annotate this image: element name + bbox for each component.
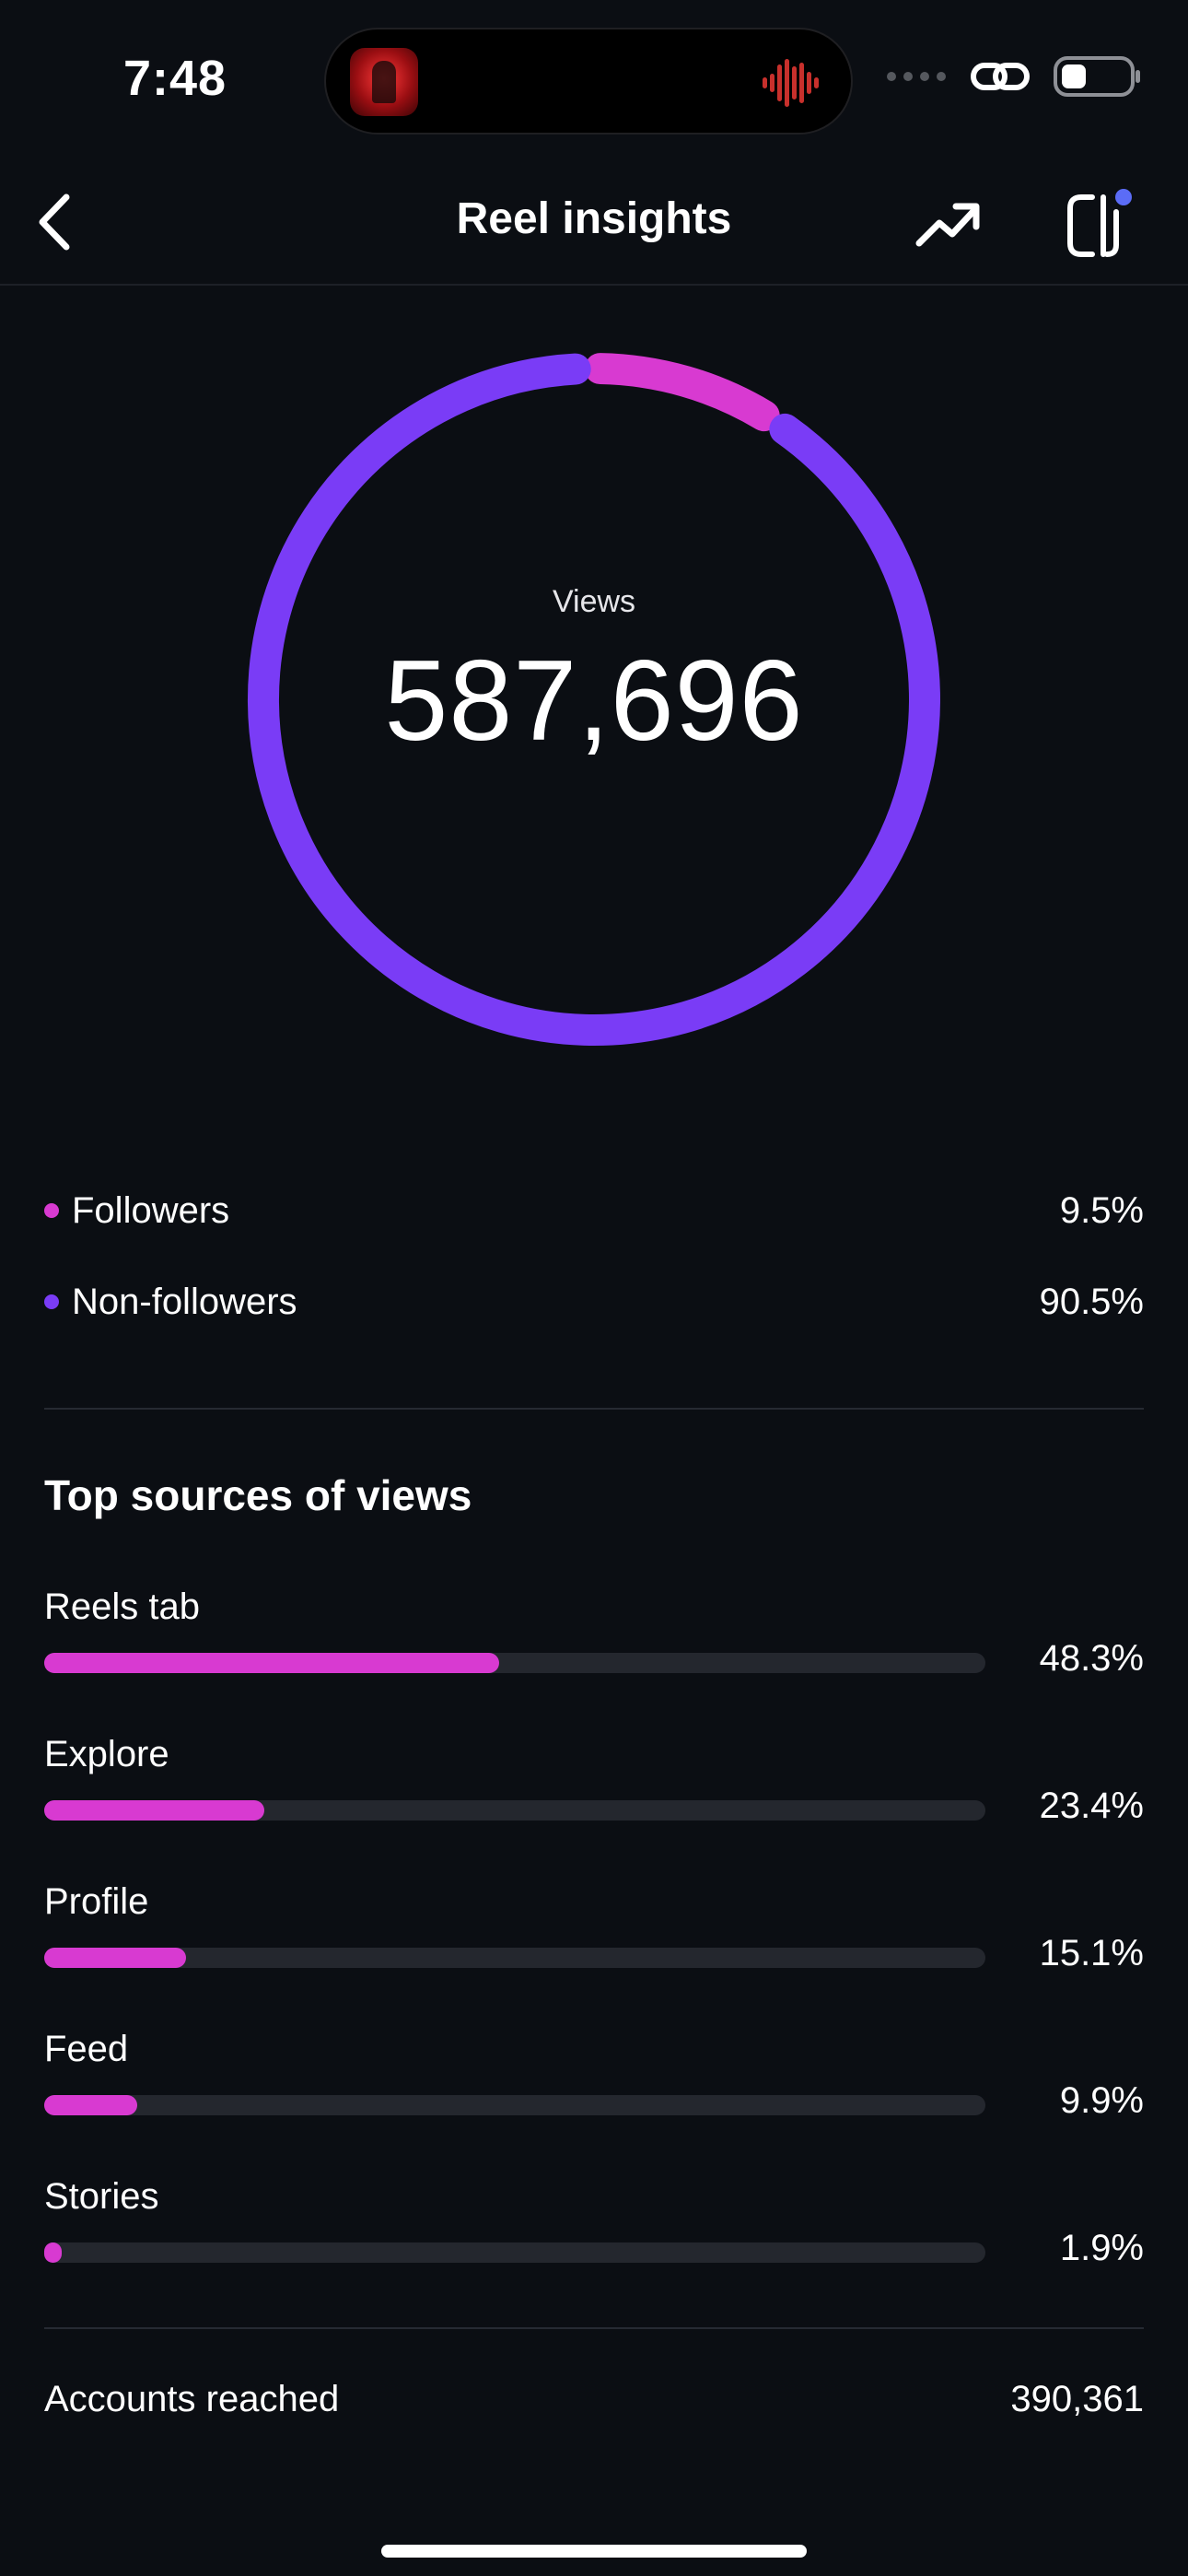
source-bar-track [44, 2095, 985, 2115]
side-panel-icon [1067, 189, 1132, 257]
views-value: 587,696 [384, 638, 804, 765]
source-bar-track [44, 2242, 985, 2263]
source-bar-track [44, 1948, 985, 1968]
source-label: Stories [44, 2176, 159, 2217]
source-percent: 48.3% [1039, 1638, 1144, 1679]
section-divider [44, 1408, 1144, 1410]
notification-dot [1115, 189, 1132, 205]
accounts-reached-value: 390,361 [1010, 2379, 1144, 2419]
views-label: Views [552, 584, 636, 619]
page-title: Reel insights [456, 194, 732, 243]
source-percent: 9.9% [1059, 2080, 1144, 2121]
section-title-top-sources: Top sources of views [44, 1471, 472, 1519]
source-row-explore: Explore 23.4% [44, 1734, 1144, 1844]
source-bar-track [44, 1653, 985, 1673]
legend-label-non-followers: Non-followers [72, 1281, 297, 1322]
source-bar-fill [44, 1948, 187, 1968]
legend-row-non-followers: Non-followers 90.5% [44, 1274, 1144, 1329]
album-art-icon [350, 48, 418, 116]
source-percent: 1.9% [1059, 2228, 1144, 2268]
reel-insights-screen: 7:48 Reel insights Views 587,696 Followe… [0, 0, 1188, 2576]
source-label: Reels tab [44, 1587, 200, 1627]
link-icon [971, 63, 1030, 90]
source-row-profile: Profile 15.1% [44, 1881, 1144, 1992]
home-indicator[interactable] [381, 2545, 807, 2558]
source-bar-fill [44, 1800, 265, 1821]
accounts-reached-label: Accounts reached [44, 2379, 340, 2419]
battery-icon [1054, 56, 1140, 97]
non-followers-dot [44, 1294, 59, 1309]
legend-label-followers: Followers [72, 1189, 230, 1231]
side-panel-button[interactable] [1065, 184, 1136, 260]
source-row-stories: Stories 1.9% [44, 2176, 1144, 2287]
legend-value-non-followers: 90.5% [1039, 1281, 1144, 1322]
accounts-reached-row[interactable]: Accounts reached 390,361 [44, 2379, 1144, 2420]
source-label: Profile [44, 1881, 149, 1922]
source-bar-fill [44, 2095, 138, 2115]
source-bar-track [44, 1800, 985, 1821]
source-percent: 23.4% [1039, 1786, 1144, 1826]
legend-value-followers: 9.5% [1059, 1189, 1144, 1231]
status-icons [886, 55, 1142, 98]
source-percent: 15.1% [1039, 1933, 1144, 1973]
section-divider [44, 2327, 1144, 2329]
dynamic-island[interactable] [324, 28, 853, 135]
source-label: Feed [44, 2029, 129, 2069]
nav-divider [0, 284, 1188, 286]
donut-segment-followers [584, 353, 780, 432]
status-time: 7:48 [123, 51, 227, 106]
trend-button[interactable] [915, 195, 982, 251]
followers-dot [44, 1203, 59, 1218]
source-row-reels-tab: Reels tab 48.3% [44, 1587, 1144, 1697]
legend-row-followers: Followers 9.5% [44, 1183, 1144, 1238]
source-bar-fill [44, 1653, 499, 1673]
source-row-feed: Feed 9.9% [44, 2029, 1144, 2139]
source-bar-fill [44, 2242, 63, 2263]
source-label: Explore [44, 1734, 169, 1774]
audio-waveform-icon [763, 59, 819, 107]
signal-dots-icon [887, 72, 946, 81]
trending-up-icon [915, 203, 980, 247]
